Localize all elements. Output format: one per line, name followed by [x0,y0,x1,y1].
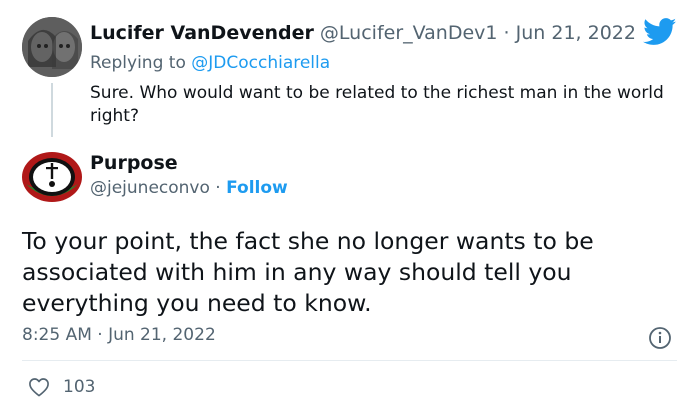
reply-author-handle[interactable]: @Lucifer_VanDev1 [320,22,498,44]
tweet-separator: · [209,178,227,198]
info-icon[interactable] [648,326,672,350]
avatar-image [22,17,82,77]
replying-to: Replying to @JDCocchiarella [90,53,330,73]
follow-button[interactable]: Follow [226,178,288,198]
tweet-text: To your point, the fact she no longer wa… [22,227,594,317]
reply-separator: · [497,22,516,44]
reply-author-name[interactable]: Lucifer VanDevender [90,22,314,44]
reply-header: Lucifer VanDevender @Lucifer_VanDev1 · J… [90,22,636,44]
tweet-author-handle[interactable]: @jejuneconvo [90,178,210,198]
reply-author-avatar[interactable] [22,17,82,77]
replying-to-handle[interactable]: @JDCocchiarella [191,53,330,73]
replying-prefix: Replying to [90,53,192,73]
tweet-author-avatar[interactable] [20,150,84,204]
thread-connector [51,83,53,137]
tweet-author-name[interactable]: Purpose [90,152,178,174]
tweet-handle-line: @jejuneconvo · Follow [90,178,288,198]
reply-date[interactable]: Jun 21, 2022 [516,22,636,44]
divider [22,360,677,361]
reply-text: Sure. Who would want to be related to th… [90,83,664,126]
like-count: 103 [63,377,96,397]
twitter-bird-icon[interactable] [643,18,677,46]
heart-icon[interactable] [28,377,50,397]
tweet-timestamp[interactable]: 8:25 AM · Jun 21, 2022 [22,325,216,345]
